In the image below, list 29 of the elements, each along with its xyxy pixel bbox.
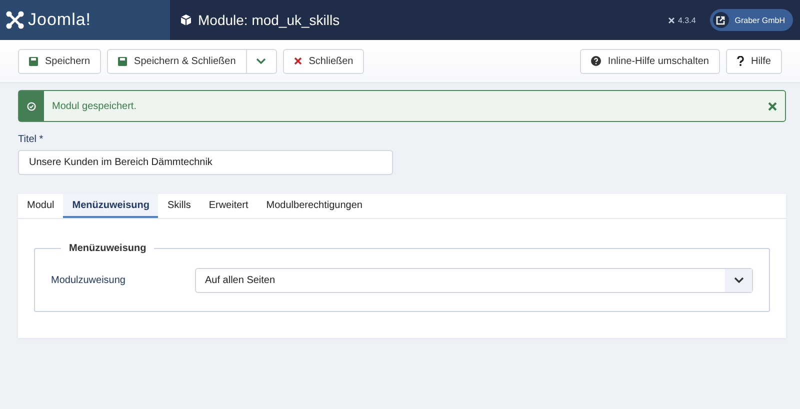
field-label: Titel * (18, 134, 44, 145)
tab[interactable]: Menüzuweisung (63, 194, 158, 218)
close-icon (294, 57, 302, 65)
assignment-select[interactable]: Auf allen Seiten (195, 268, 753, 293)
brand-name: Joomla! (28, 10, 92, 30)
question-circle-icon (590, 56, 601, 66)
version-label: 4.3.4 (678, 16, 696, 24)
alert-message: Modul gespeichert. (51, 100, 138, 114)
joomla-logo-icon (668, 16, 675, 24)
cube-icon (180, 14, 192, 26)
close-icon (768, 102, 777, 110)
help-button[interactable]: Hilfe (726, 48, 782, 74)
save-button[interactable]: Speichern (18, 48, 102, 74)
question-mark-icon (736, 56, 744, 66)
dropdown-toggle[interactable] (246, 48, 277, 74)
check-circle-icon (27, 102, 36, 110)
title-input[interactable]: Unsere Kunden im Bereich Dämmtechnik (18, 150, 393, 175)
external-link-icon (716, 16, 726, 24)
chevron-down-icon (256, 58, 266, 64)
field-label: Modulzuweisung (51, 275, 126, 286)
fieldset-legend: Menüzuweisung (61, 243, 154, 254)
close-button[interactable]: Schließen (282, 48, 364, 74)
save-close-button[interactable]: Speichern & Schließen (107, 48, 247, 74)
tab[interactable]: Modul (18, 194, 64, 218)
chevron-down-icon (734, 277, 744, 284)
inline-help-button[interactable]: Inline-Hilfe umschalten (580, 48, 720, 74)
site-button[interactable]: Graber GmbH (710, 9, 793, 31)
page-title: Module: mod_uk_skills (198, 12, 340, 28)
joomla-logo-icon (6, 11, 24, 29)
